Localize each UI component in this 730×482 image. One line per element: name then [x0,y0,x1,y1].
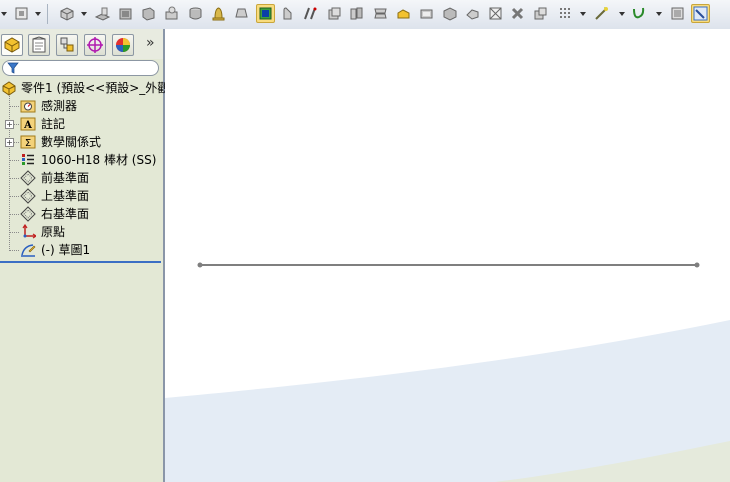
rib-icon[interactable] [326,5,343,22]
tree-connector [13,142,19,143]
reference-icon[interactable] [593,5,610,22]
svg-text:Σ: Σ [25,138,31,149]
sketch-icon [20,242,36,258]
instant3d-icon[interactable] [669,5,686,22]
tree-item-label: 前基準面 [41,171,90,185]
sketch-endpoint[interactable] [197,262,203,268]
shell-icon[interactable] [187,5,204,22]
appearance-icon [116,38,130,52]
rollback-bar[interactable] [0,261,161,263]
tree-connector [10,106,19,107]
tree-item-label: 感測器 [41,99,78,113]
featuremanager-tab[interactable] [1,34,23,56]
feature-tree-filter[interactable] [2,60,159,76]
view-icon[interactable] [13,5,30,22]
filter-icon [7,62,19,74]
equation-icon: Σ [20,134,36,150]
crosshair-icon [87,37,103,53]
extrude-icon[interactable] [94,5,111,22]
display-manager-tab[interactable] [112,34,134,56]
revolve-icon[interactable] [117,5,134,22]
delete-face-icon[interactable] [509,5,526,22]
cut-icon[interactable] [487,5,504,22]
dome-icon[interactable] [395,5,412,22]
property-icon [32,36,46,53]
draft-icon[interactable] [372,5,389,22]
plane-icon [20,206,36,222]
dimxpert-tab[interactable] [84,34,106,56]
tree-item-label: 註記 [41,117,66,131]
graphics-area[interactable] [165,29,730,482]
tree-item-label: 原點 [41,225,66,239]
wrap-icon[interactable] [348,5,365,22]
rapid-sketch-icon[interactable] [691,4,710,23]
toolbar-dropdown-arrow[interactable] [35,12,41,16]
boss-icon[interactable] [140,5,157,22]
loft-icon[interactable] [233,5,250,22]
toolbar-dropdown-arrow[interactable] [580,12,586,16]
tree-item-label: 上基準面 [41,189,90,203]
cube-icon[interactable] [58,5,75,22]
toolbar-dropdown-arrow[interactable] [656,12,662,16]
curves-icon[interactable] [630,5,647,22]
bell-icon[interactable] [210,5,227,22]
plane-icon [20,188,36,204]
configurationmanager-tab[interactable] [56,34,78,56]
feature-icon[interactable] [163,5,180,22]
background-gradient-blue [165,320,730,482]
tree-item-label: 1060-H18 棒材 (SS) [41,153,157,167]
tree-connector [10,178,19,179]
tree-item-label: 數學關係式 [41,135,102,149]
propertymanager-tab[interactable] [28,34,50,56]
sensor-icon [20,98,36,114]
tree-connector [10,214,19,215]
chamfer-icon[interactable] [302,5,319,22]
more-tabs-chevron[interactable]: » [146,35,155,51]
sketch-box-icon[interactable] [256,4,275,23]
fillet-icon[interactable] [280,5,297,22]
sketch-endpoint[interactable] [694,262,700,268]
configuration-icon [60,37,74,52]
toolbar-dropdown-arrow[interactable] [81,12,87,16]
tree-connector [10,196,19,197]
tree-item-label: 右基準面 [41,207,90,221]
tree-root-label: 零件1 (預設<<預設>_外觀 [21,81,170,95]
features-toolbar [0,0,730,30]
pattern-icon[interactable] [464,5,481,22]
tree-connector [10,232,19,233]
part-icon [1,80,17,96]
svg-text:A: A [23,120,32,131]
tree-connector [9,93,10,251]
tree-connector [13,124,19,125]
material-icon [20,152,36,168]
featuremanager-panel: » 零件1 (預設<<預設>_外觀 感測器 + A 註記 + Σ 數學關係式 1… [0,29,169,482]
toolbar-dropdown-arrow[interactable] [619,12,625,16]
part-icon [4,37,20,53]
toolbar-separator [47,4,48,24]
tree-connector [10,250,19,251]
plane-icon [20,170,36,186]
tree-item-label: (-) 草圖1 [41,243,91,257]
toolbar-dropdown-arrow[interactable] [1,12,7,16]
manager-tabs: » [0,29,163,59]
tree-connector [10,160,19,161]
origin-icon [20,224,36,240]
annotation-icon: A [20,116,36,132]
move-icon[interactable] [532,5,549,22]
mirror-icon[interactable] [441,5,458,22]
folder-icon[interactable] [418,5,435,22]
linear-pattern-icon[interactable] [557,5,574,22]
